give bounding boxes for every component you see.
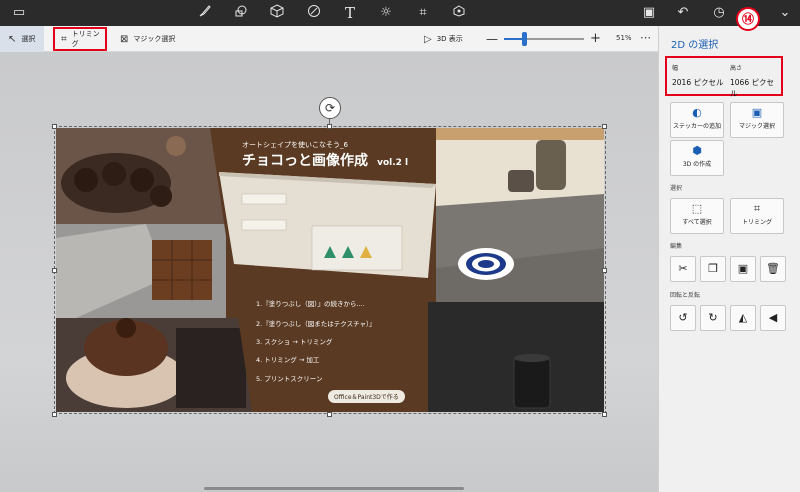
cube-icon: ⬢ (692, 144, 702, 157)
image-subtitle: オートシェイプを使いこなそう_6 (242, 141, 348, 149)
make-3d-label: 3D の作成 (682, 161, 712, 168)
image-version: vol.2 l (377, 158, 409, 168)
rotate-left-icon: ↺ (678, 311, 688, 324)
trim-tool-button[interactable]: ⌗ トリミング (53, 27, 107, 51)
text-icon[interactable]: T (341, 4, 359, 22)
more-options-icon[interactable]: ⋯ (640, 31, 651, 44)
scissors-icon: ✂ (678, 262, 688, 275)
image-step-4: 4. トリミング → 加工 (256, 356, 320, 364)
step-badge: ⑭ (736, 7, 760, 31)
resize-handle-top-right[interactable] (602, 124, 607, 129)
add-sticker-label: ステッカーの追加 (672, 123, 721, 130)
sub-toolbar: ↖ 選択 ⌗ トリミング ⊠ マジック選択 ▷ 3D 表示 — + 51% ⋯ (0, 26, 658, 52)
rotate-right-icon: ↻ (708, 311, 718, 324)
select-tool-button[interactable]: ↖ 選択 (0, 26, 44, 52)
panel-trim-button[interactable]: ⌗ トリミング (730, 198, 784, 234)
magic-select-icon: ⊠ (120, 33, 129, 45)
copy-icon: ❐ (708, 262, 718, 275)
copy-button[interactable]: ❐ (700, 256, 726, 282)
zoom-out-button[interactable]: — (486, 32, 498, 46)
crop-icon: ⌗ (61, 33, 67, 45)
zoom-slider-thumb[interactable] (522, 32, 527, 46)
resize-handle-bottom-right[interactable] (602, 412, 607, 417)
height-value[interactable]: 1066 ピクセル (730, 77, 781, 99)
zoom-in-button[interactable]: + (590, 31, 601, 46)
select-tool-label: 選択 (21, 35, 36, 43)
select-all-label: すべて選択 (682, 219, 712, 226)
magic-select-label: マジック選択 (133, 35, 176, 43)
magic-select-icon: ▣ (751, 106, 763, 119)
sticker-icon: ◐ (692, 106, 702, 119)
cut-button[interactable]: ✂ (670, 256, 696, 282)
image-step-2: 2.『塗りつぶし（図またはテクスチャ）』 (256, 320, 376, 328)
panel-trim-label: トリミング (741, 219, 772, 226)
dimensions-box: 幅 高さ 2016 ピクセル 1066 ピクセル (665, 56, 783, 99)
flip-vertical-icon: ◭ (738, 311, 748, 324)
image-credit: Office＆Paint3Dで作る (328, 390, 405, 403)
panel-title: 2D の選択 (671, 40, 719, 51)
undo-icon[interactable]: ↶ (674, 4, 692, 22)
make-3d-button[interactable]: ⬢ 3D の作成 (670, 140, 724, 176)
history-icon[interactable]: ◷ (710, 4, 728, 22)
resize-handle-top-left[interactable] (52, 124, 57, 129)
horizontal-scrollbar[interactable] (204, 487, 464, 490)
library-3d-icon[interactable] (450, 4, 468, 22)
brush-icon[interactable] (196, 4, 214, 22)
section-select-heading: 選択 (670, 185, 683, 192)
paste-button[interactable]: ▣ (730, 256, 756, 282)
panel-magic-select-button[interactable]: ▣ マジック選択 (730, 102, 784, 138)
cursor-icon: ↖ (8, 33, 17, 45)
resize-handle-right[interactable] (602, 268, 607, 273)
image-step-5: 5. プリントスクリーン (256, 375, 323, 383)
shapes-3d-icon[interactable] (268, 4, 286, 22)
zoom-slider[interactable] (504, 32, 584, 46)
flip-horizontal-button[interactable]: ◀ (760, 305, 786, 331)
effects-icon[interactable]: ☼ (377, 4, 395, 22)
width-label: 幅 (672, 65, 679, 72)
stickers-icon[interactable] (305, 4, 323, 22)
top-toolbar: ▭ T ☼ ⌗ ▣ ↶ ◷ ⌄ (0, 0, 800, 26)
resize-handle-left[interactable] (52, 268, 57, 273)
zoom-percent: 51% (616, 34, 632, 42)
canvas-icon[interactable]: ⌗ (414, 4, 432, 22)
zoom-slider-fill (504, 38, 524, 40)
height-label: 高さ (730, 65, 743, 72)
shapes-2d-icon[interactable] (232, 4, 250, 22)
panel-magic-select-label: マジック選択 (738, 123, 775, 130)
view-3d-label: 3D 表示 (436, 35, 463, 43)
view-3d-button[interactable]: ▷ 3D 表示 (424, 26, 463, 52)
rotate-handle[interactable]: ⟳ (319, 97, 341, 119)
trim-tool-label: トリミング (71, 30, 100, 48)
add-sticker-button[interactable]: ◐ ステッカーの追加 (670, 102, 724, 138)
folder-icon[interactable]: ▭ (10, 4, 28, 22)
selected-image[interactable]: オートシェイプを使いこなそう_6 チョコっと画像作成 vol.2 l 1.『塗り… (56, 128, 604, 412)
crop-icon: ⌗ (753, 202, 761, 215)
flip-vertical-button[interactable]: ◭ (730, 305, 756, 331)
image-title-row: チョコっと画像作成 vol.2 l (242, 150, 408, 170)
select-all-icon: ⬚ (691, 202, 703, 215)
trash-icon: 🗑 (766, 262, 780, 275)
view-3d-icon: ▷ (424, 33, 432, 45)
section-rotate-heading: 回転と反転 (670, 292, 701, 299)
delete-button[interactable]: 🗑 (760, 256, 786, 282)
select-all-button[interactable]: ⬚ すべて選択 (670, 198, 724, 234)
paste-icon[interactable]: ▣ (640, 4, 658, 22)
image-title: チョコっと画像作成 (242, 153, 368, 169)
section-edit-heading: 編集 (670, 243, 683, 250)
resize-handle-bottom-left[interactable] (52, 412, 57, 417)
rotate-right-button[interactable]: ↻ (700, 305, 726, 331)
rotate-left-button[interactable]: ↺ (670, 305, 696, 331)
image-step-1: 1.『塗りつぶし（図）』の続きから.... (256, 300, 365, 308)
image-step-3: 3. スクショ → トリミング (256, 338, 333, 346)
resize-handle-bottom[interactable] (327, 412, 332, 417)
width-value[interactable]: 2016 ピクセル (672, 77, 723, 88)
paste-icon: ▣ (737, 262, 749, 275)
resize-handle-top[interactable] (327, 124, 332, 129)
chevron-down-icon[interactable]: ⌄ (776, 4, 794, 22)
magic-select-button[interactable]: ⊠ マジック選択 (118, 26, 175, 52)
flip-horizontal-icon: ◀ (768, 311, 778, 324)
image-collage (56, 128, 604, 412)
